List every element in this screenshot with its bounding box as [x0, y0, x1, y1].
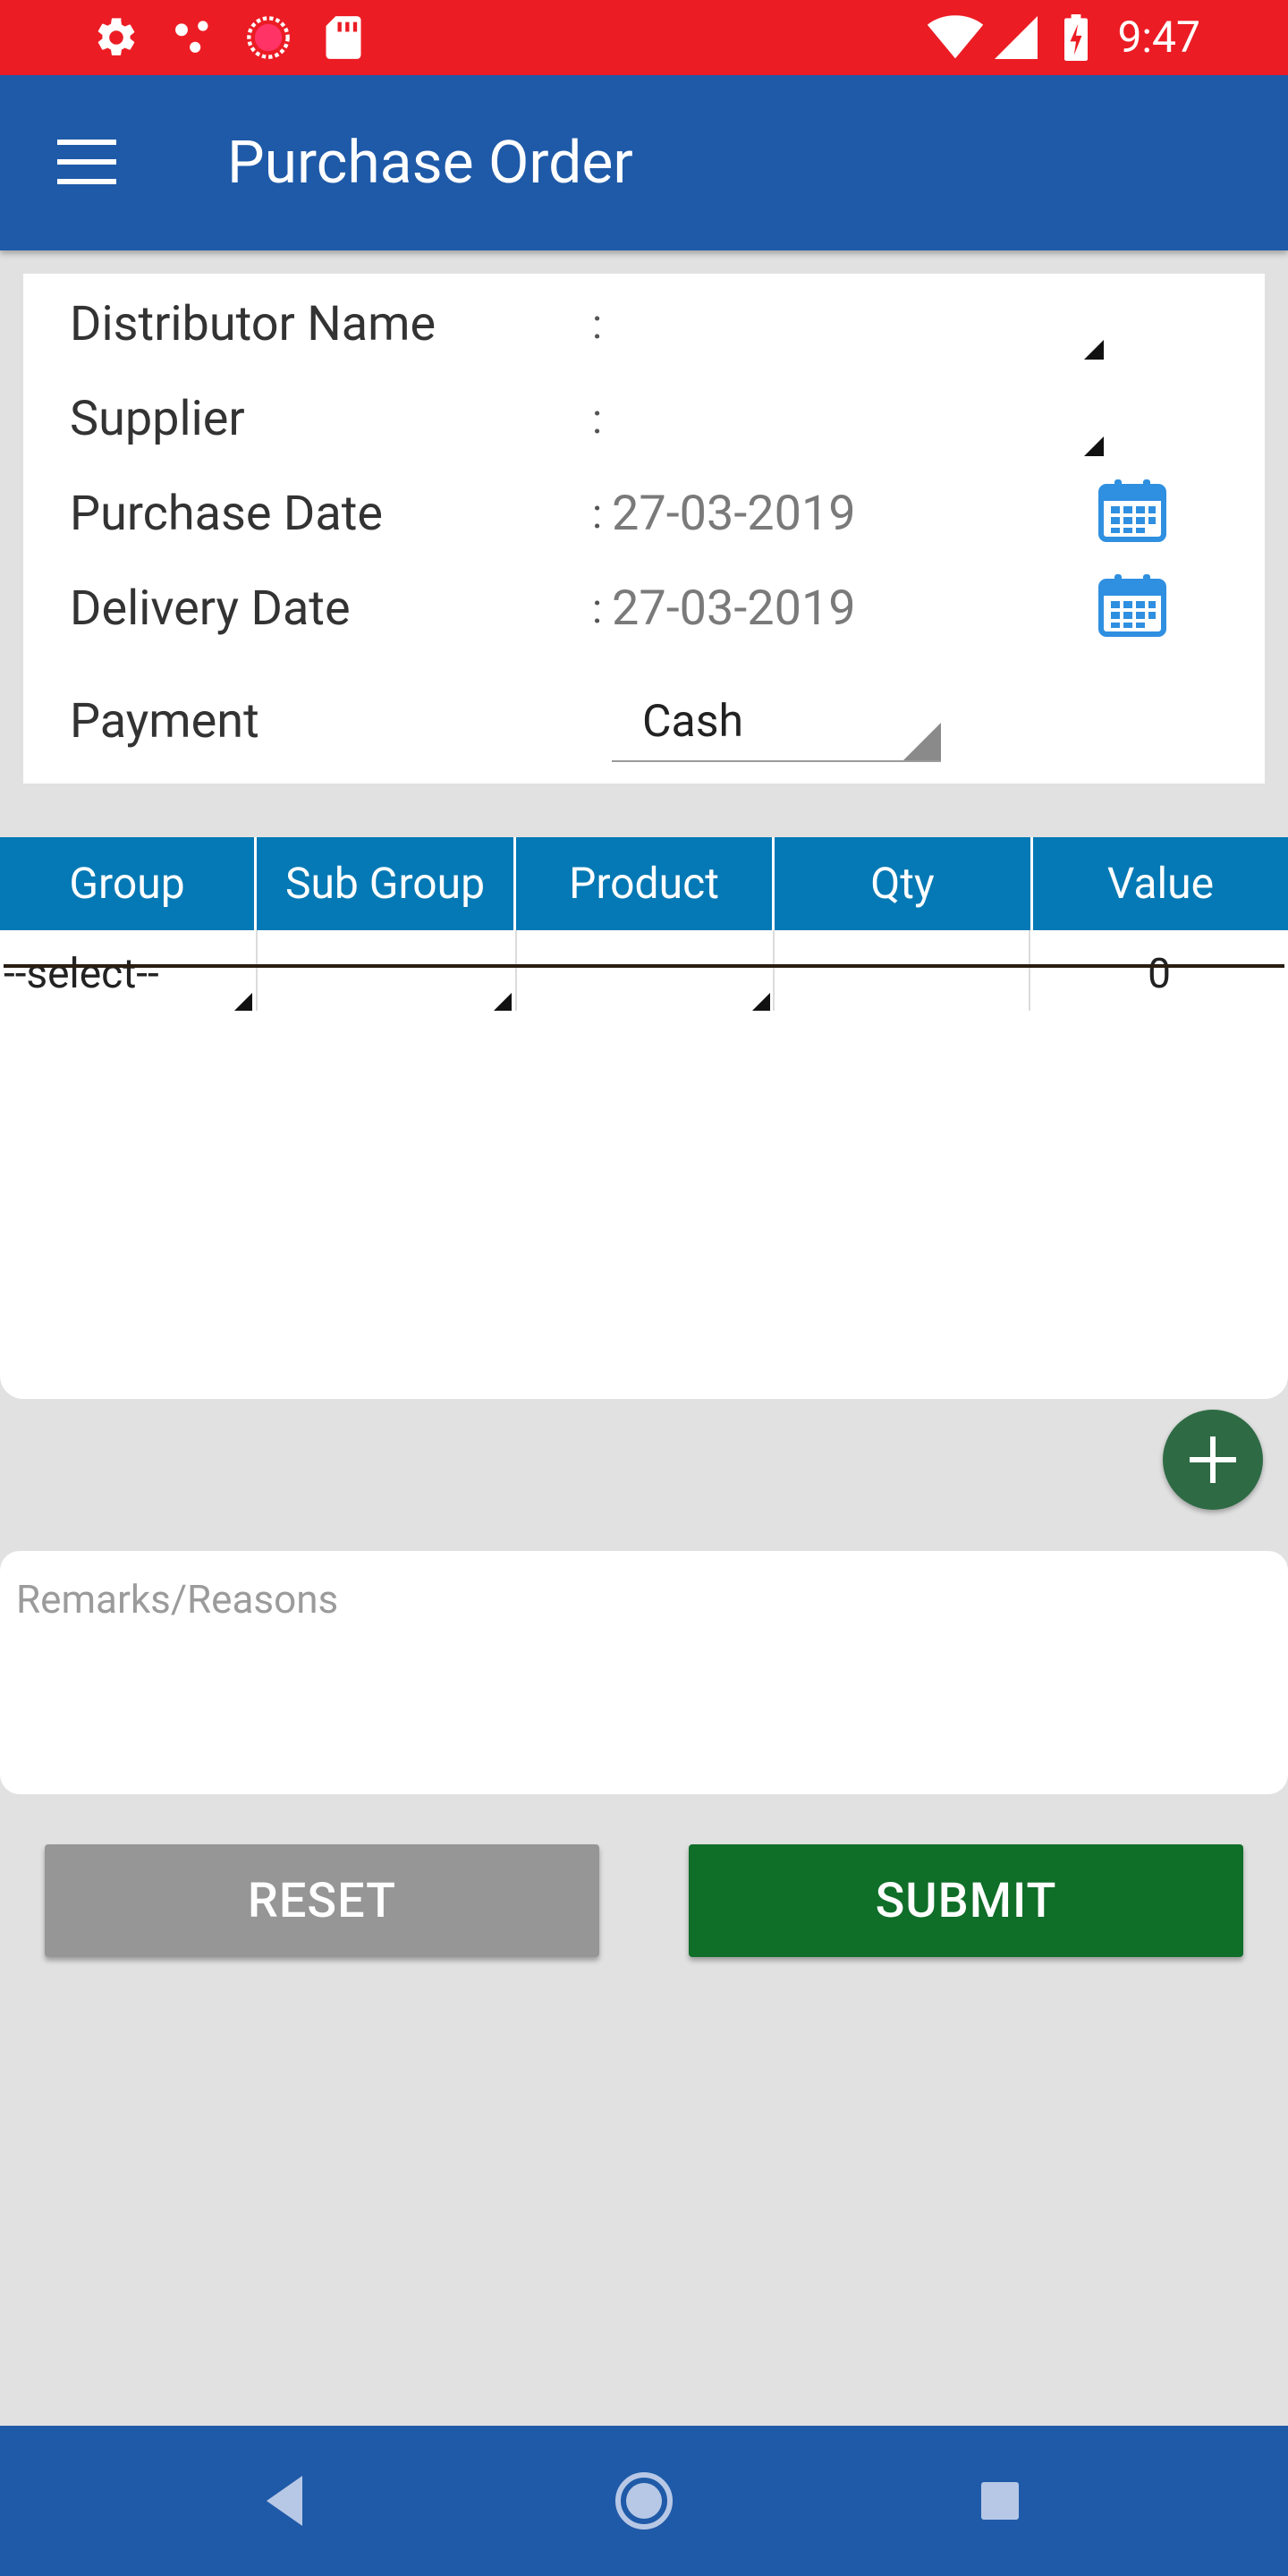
remarks-input[interactable] [0, 1551, 1288, 1794]
supplier-colon: : [592, 395, 603, 444]
plus-icon [1210, 1436, 1216, 1483]
distributor-name-dropdown[interactable] [612, 292, 1104, 360]
payment-selected-value: Cash [642, 696, 744, 748]
submit-button[interactable]: SUBMIT [689, 1844, 1243, 1957]
dropdown-arrow-icon [234, 993, 252, 1011]
dropdown-arrow-icon [903, 723, 941, 760]
recorder-icon [247, 16, 290, 59]
table-row: --select-- 0 [0, 930, 1288, 1016]
column-header-product: Product [569, 858, 719, 909]
group-select-value: --select-- [4, 950, 159, 998]
purchase-date-value[interactable]: 27-03-2019 [612, 483, 856, 546]
order-form-card: Distributor Name : Supplier : Purchase D… [23, 274, 1265, 784]
wifi-icon [927, 15, 984, 59]
home-icon[interactable] [572, 2426, 716, 2576]
sd-card-icon [326, 16, 361, 59]
delivery-date-calendar-icon[interactable] [1098, 572, 1166, 637]
dropdown-arrow-icon [752, 993, 770, 1011]
delivery-date-colon: : [592, 585, 603, 633]
purchase-date-colon: : [592, 490, 603, 538]
signal-icon [995, 16, 1038, 59]
column-header-value: Value [1106, 858, 1215, 909]
table-header: Group Sub Group Product Qty Value [0, 837, 1288, 930]
payment-label: Payment [70, 693, 259, 750]
dropdown-arrow-icon [494, 993, 512, 1011]
status-bar: 9:47 [0, 0, 1288, 75]
group-dropdown[interactable]: --select-- [0, 930, 254, 1016]
page-title: Purchase Order [227, 129, 633, 198]
supplier-label: Supplier [70, 391, 245, 447]
settings-icon [97, 18, 135, 55]
battery-charging-icon [1064, 14, 1088, 61]
sub-group-dropdown[interactable] [258, 930, 513, 1016]
payment-dropdown[interactable]: Cash [612, 685, 941, 762]
column-header-sub-group: Sub Group [284, 858, 486, 909]
system-nav-bar [0, 2426, 1288, 2576]
row-underline [4, 964, 1284, 968]
distributor-name-colon: : [592, 301, 603, 349]
reset-button[interactable]: RESET [45, 1844, 599, 1957]
purchase-date-label: Purchase Date [70, 486, 384, 542]
delivery-date-label: Delivery Date [70, 580, 351, 637]
qty-input[interactable] [775, 930, 1029, 1016]
status-time: 9:47 [1117, 12, 1200, 63]
hamburger-menu-icon[interactable] [57, 140, 116, 184]
row-value: 0 [1148, 950, 1171, 998]
add-row-button[interactable] [1163, 1410, 1263, 1510]
app-bar: Purchase Order [0, 75, 1288, 250]
delivery-date-value[interactable]: 27-03-2019 [612, 578, 856, 640]
product-table: Group Sub Group Product Qty Value --sele… [0, 837, 1288, 1399]
purchase-date-calendar-icon[interactable] [1098, 478, 1166, 542]
dropdown-arrow-icon [1084, 340, 1104, 360]
product-dropdown[interactable] [517, 930, 772, 1016]
column-header-qty: Qty [870, 858, 935, 909]
distributor-name-label: Distributor Name [70, 296, 436, 352]
back-icon[interactable] [215, 2426, 358, 2576]
recents-icon[interactable] [928, 2426, 1072, 2576]
supplier-dropdown[interactable] [612, 388, 1104, 456]
share-dots-icon [175, 21, 208, 53]
dropdown-arrow-icon [1084, 436, 1104, 456]
column-header-group: Group [69, 858, 185, 909]
